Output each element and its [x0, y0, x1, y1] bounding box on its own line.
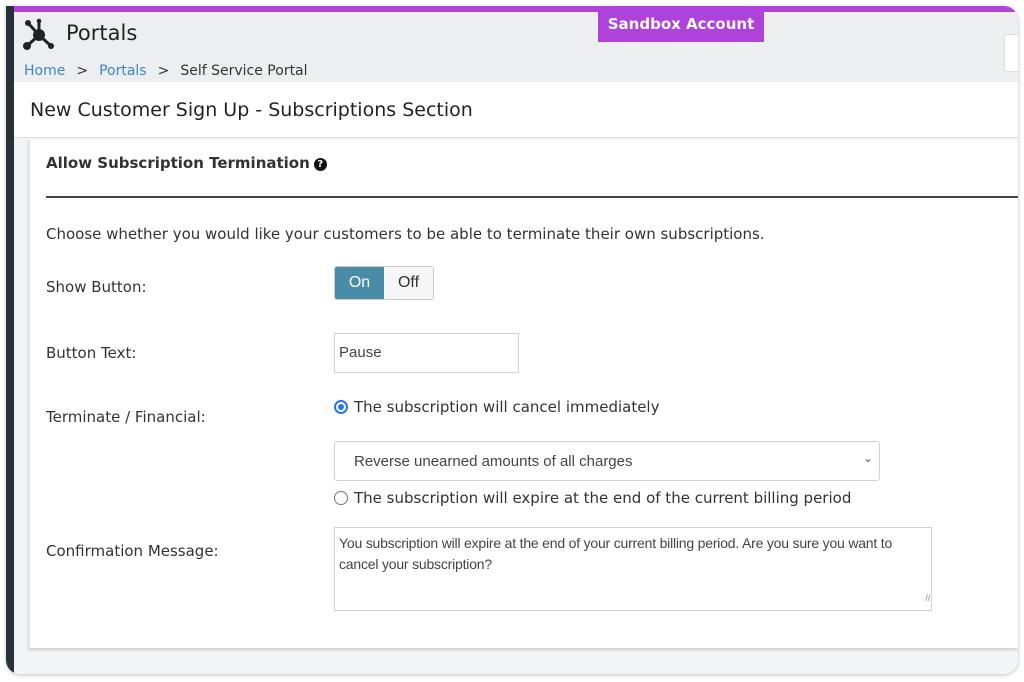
button-text-label: Button Text: [46, 344, 137, 362]
confirmation-message-textarea[interactable]: You subscription will expire at the end … [334, 527, 932, 611]
show-button-toggle[interactable]: On Off [334, 266, 434, 300]
radio-expire-end-of-period[interactable]: The subscription will expire at the end … [334, 489, 851, 507]
financial-option-select[interactable]: Reverse unearned amounts of all charges ⌄ [334, 441, 880, 481]
sandbox-badge: Sandbox Account [598, 12, 764, 42]
radio-unselected-icon[interactable] [334, 491, 348, 505]
chevron-down-icon: ⌄ [862, 451, 873, 465]
terminate-financial-label: Terminate / Financial: [46, 408, 206, 426]
divider [46, 196, 1018, 198]
page-title: New Customer Sign Up - Subscriptions Sec… [30, 99, 473, 121]
section-title: Allow Subscription Termination? [46, 154, 327, 172]
search-input[interactable] [1004, 34, 1018, 72]
breadcrumb: Home > Portals > Self Service Portal [24, 63, 308, 79]
question-circle-icon[interactable]: ? [313, 158, 327, 171]
resize-handle-icon[interactable]: // [925, 588, 930, 609]
section-description: Choose whether you would like your custo… [46, 225, 765, 243]
app-title: Portals [66, 21, 138, 45]
confirmation-message-label: Confirmation Message: [46, 542, 219, 560]
show-button-label: Show Button: [46, 278, 147, 296]
portals-logo-icon [23, 18, 54, 50]
page-title-bar: New Customer Sign Up - Subscriptions Sec… [14, 82, 1018, 138]
header: Portals Home > Portals > Self Service Portal… [14, 12, 1018, 88]
radio-cancel-immediately[interactable]: The subscription will cancel immediately [334, 398, 659, 416]
termination-settings-card: Allow Subscription Termination? Choose w… [28, 140, 1018, 648]
radio-selected-icon[interactable] [334, 400, 348, 414]
toggle-off[interactable]: Off [384, 267, 433, 299]
breadcrumb-current: Self Service Portal [180, 63, 308, 79]
left-sidebar-edge [6, 6, 14, 674]
toggle-on[interactable]: On [335, 267, 384, 299]
breadcrumb-portals[interactable]: Portals [99, 63, 147, 79]
app-window: Portals Home > Portals > Self Service Portal… [6, 6, 1018, 674]
button-text-input[interactable]: Pause [334, 333, 519, 373]
breadcrumb-home[interactable]: Home [24, 63, 65, 79]
